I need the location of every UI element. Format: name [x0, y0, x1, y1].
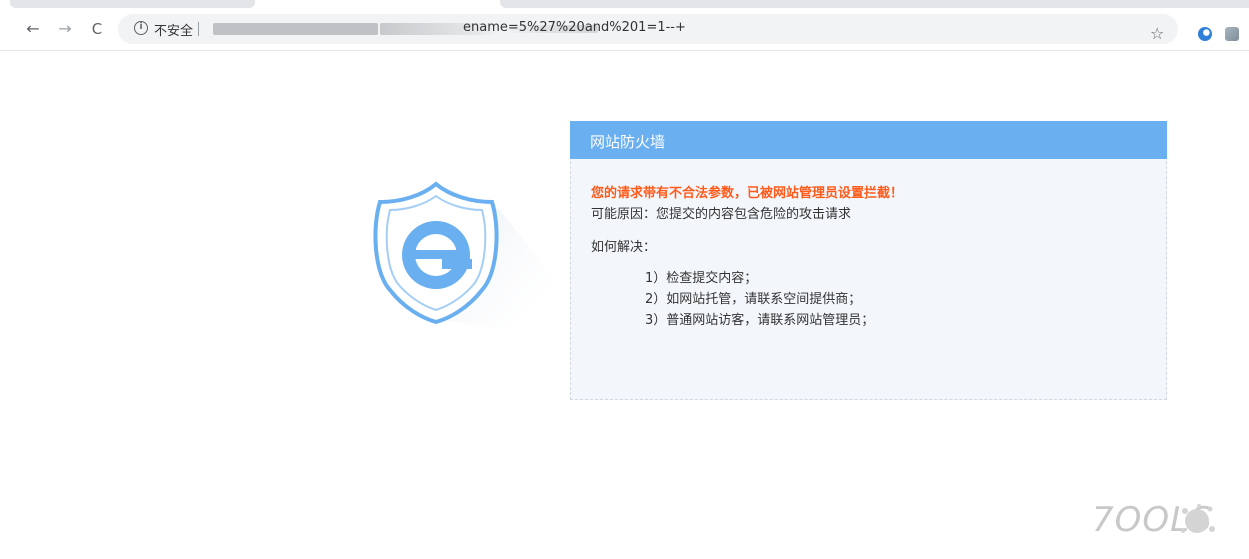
tab-right[interactable] [500, 0, 1249, 8]
back-icon[interactable]: ← [23, 19, 43, 39]
extension-icon[interactable] [1225, 27, 1239, 41]
redacted-url-part [213, 23, 378, 35]
block-reason: 可能原因：您提交的内容包含危险的攻击请求 [591, 207, 852, 222]
tab-strip [0, 0, 1249, 10]
forward-icon[interactable]: → [55, 19, 75, 39]
tab-left[interactable] [10, 0, 255, 8]
security-label: 不安全 [154, 24, 194, 39]
bookmark-star-icon[interactable]: ☆ [1150, 26, 1164, 42]
address-bar[interactable]: i 不安全 ename=5%27%20and%201=1--+ [118, 14, 1178, 44]
firewall-shield-icon [373, 181, 555, 330]
browser-toolbar: ← → C i 不安全 ename=5%27%20and%201=1--+ ☆ [0, 10, 1249, 51]
solution-step: 1）检查提交内容； [645, 271, 758, 286]
extension-icon[interactable] [1198, 27, 1212, 41]
solution-step: 2）如网站托管，请联系空间提供商； [645, 292, 862, 307]
panel-title: 网站防火墙 [590, 133, 666, 151]
blocked-warning: 您的请求带有不合法参数，已被网站管理员设置拦截！ [591, 186, 904, 201]
url-text[interactable]: ename=5%27%20and%201=1--+ [463, 20, 686, 35]
info-icon[interactable]: i [134, 21, 148, 35]
panel-header: 网站防火墙 [570, 121, 1167, 159]
splat-icon [1181, 504, 1215, 533]
firewall-panel: 网站防火墙 您的请求带有不合法参数，已被网站管理员设置拦截！ 可能原因：您提交的… [570, 121, 1167, 400]
tools-watermark: 7OOLS [1092, 497, 1232, 547]
reload-icon[interactable]: C [87, 19, 107, 39]
address-separator [198, 22, 199, 36]
solution-step: 3）普通网站访客，请联系网站管理员； [645, 313, 875, 328]
solution-heading: 如何解决： [591, 240, 657, 255]
solution-list: 1）检查提交内容； 2）如网站托管，请联系空间提供商； 3）普通网站访客，请联系… [645, 268, 874, 331]
